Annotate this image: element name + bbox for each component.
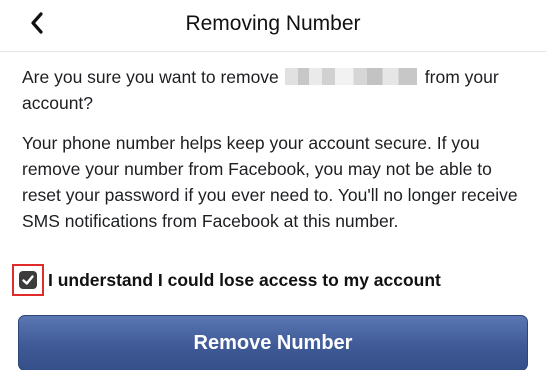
- checkbox-checked-icon: [19, 271, 37, 289]
- main-content: Are you sure you want to remove from your…: [22, 64, 528, 234]
- security-info-text: Your phone number helps keep your accoun…: [22, 133, 518, 231]
- remove-number-button[interactable]: Remove Number: [18, 315, 528, 370]
- confirmation-question: Are you sure you want to remove from your…: [22, 64, 528, 116]
- consent-row[interactable]: I understand I could lose access to my a…: [12, 263, 441, 297]
- redacted-phone-number: [284, 68, 417, 85]
- remove-number-screen: Removing Number Are you sure you want to…: [0, 0, 546, 370]
- question-prefix: Are you sure you want to remove: [22, 67, 279, 87]
- consent-label[interactable]: I understand I could lose access to my a…: [48, 270, 441, 291]
- consent-checkbox[interactable]: [12, 264, 44, 296]
- navigation-header: Removing Number: [0, 0, 546, 52]
- page-title: Removing Number: [185, 12, 361, 35]
